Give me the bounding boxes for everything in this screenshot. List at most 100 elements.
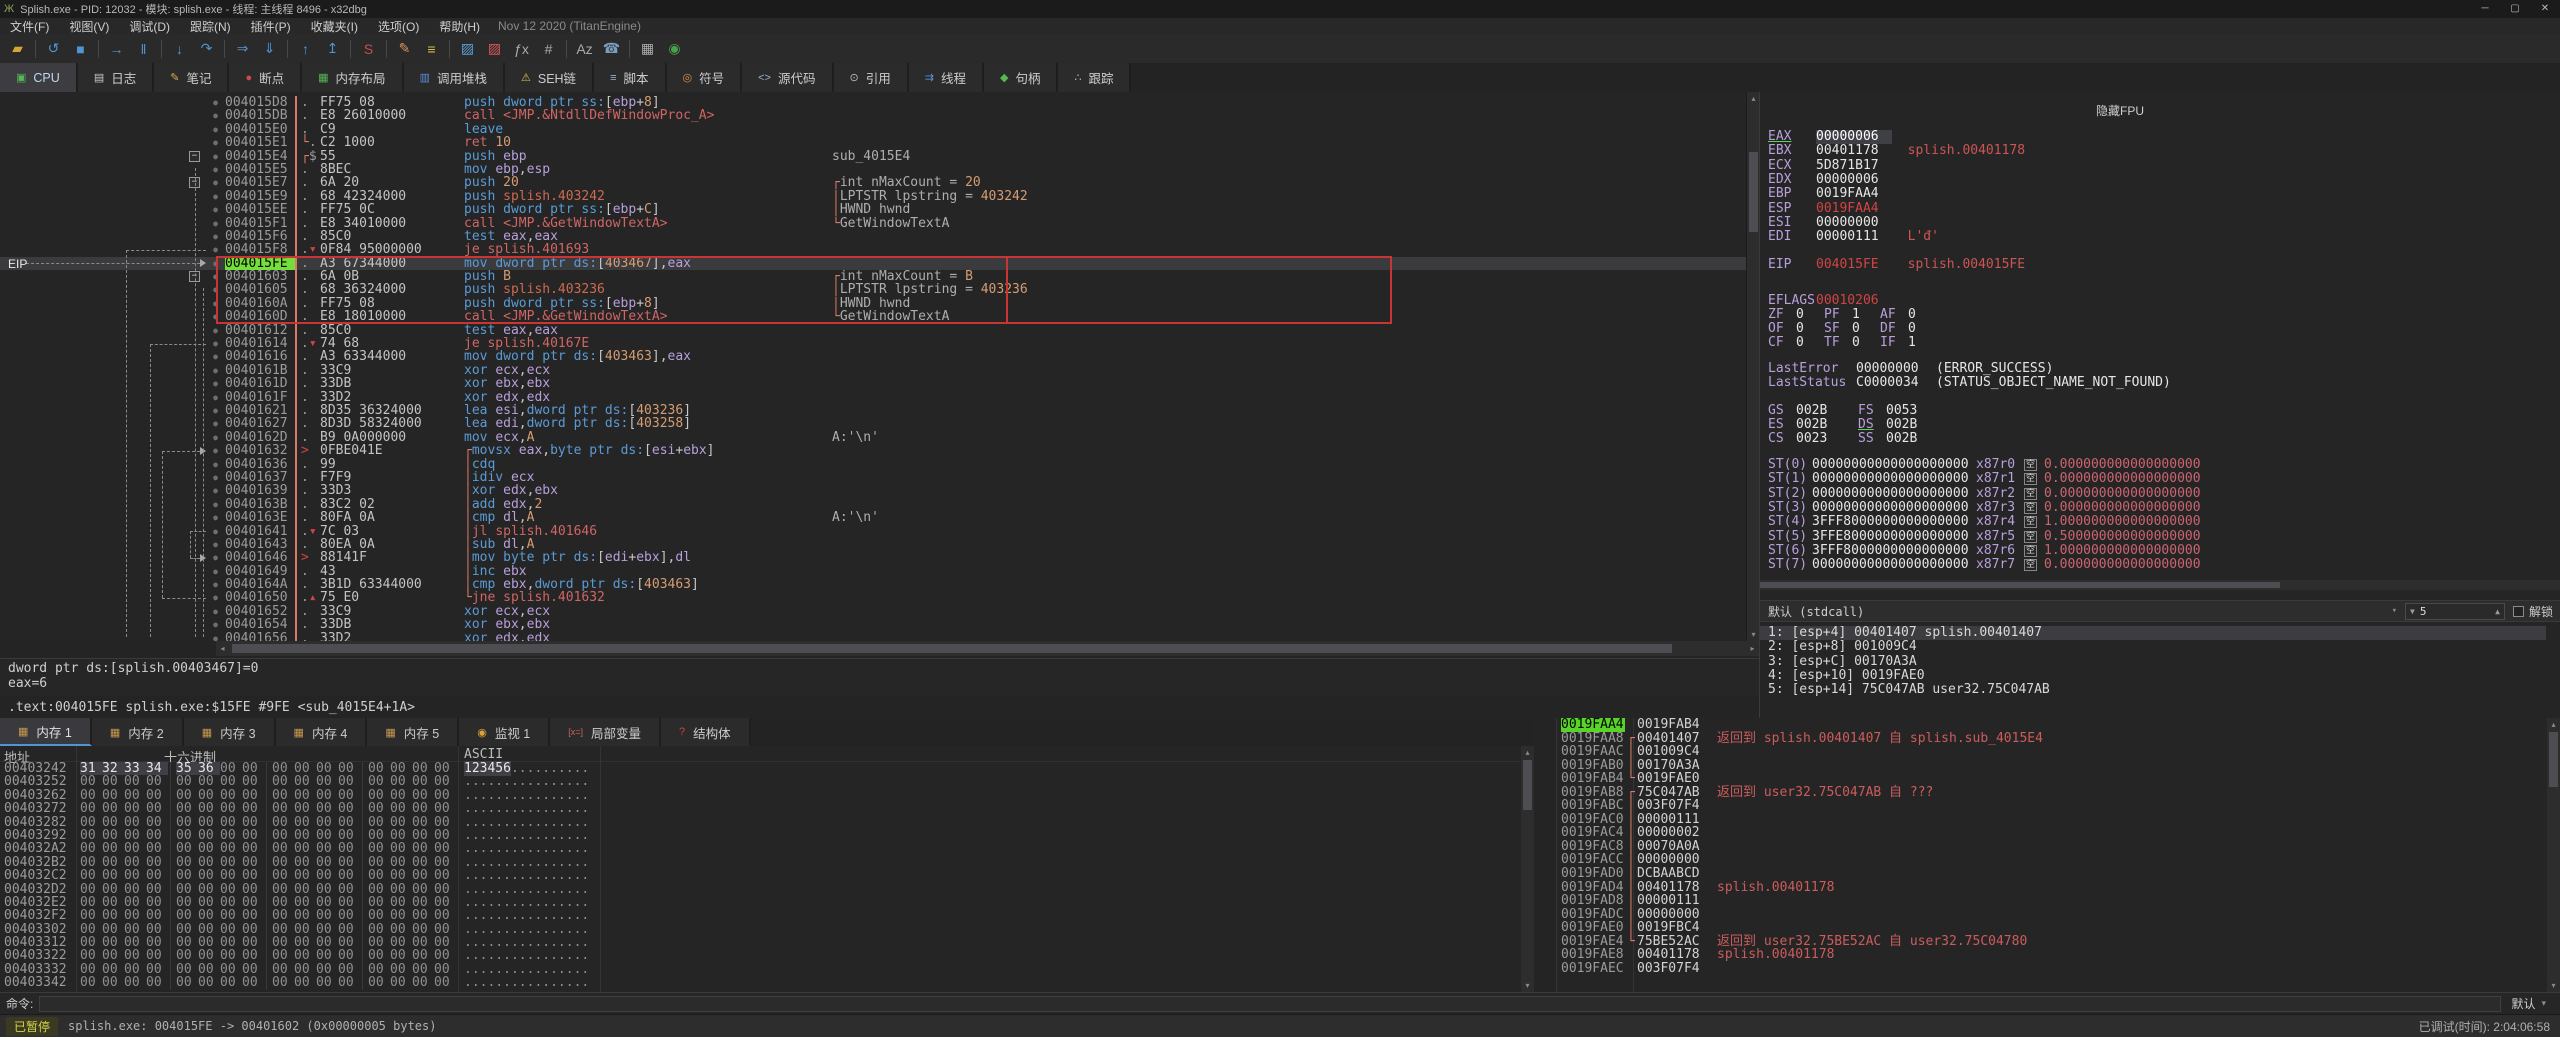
tab-内存布局[interactable]: ▦ 内存布局 <box>302 63 404 92</box>
hex-dump-pane[interactable]: 地址 十六进制 ASCII 00403242 31 32 33 34 35 36 00 00 00… <box>0 746 1521 992</box>
disasm-row[interactable]: ● 004015EE. FF75 0C push dword ptr ss:[ebp+… <box>0 203 1746 217</box>
menu-item-视图(V)[interactable]: 视图(V) <box>59 18 119 35</box>
stack-row[interactable]: 0019FAB4 └ 0019FAE0 <box>1557 772 2547 786</box>
breakpoint-dot-icon[interactable]: ● <box>206 431 225 444</box>
register-row-EDI[interactable]: EDI 00000111 L'đ' <box>1768 230 1939 244</box>
dump-tab-内存 2[interactable]: ▦ 内存 2 <box>91 718 184 746</box>
run-to-user-code-icon[interactable]: ↥ <box>319 37 346 61</box>
tab-笔记[interactable]: ✎ 笔记 <box>154 63 230 92</box>
menu-item-选项(O)[interactable]: 选项(O) <box>368 18 429 35</box>
disasm-row[interactable]: ● 00401652. 33C9 xor ecx,ecx <box>0 604 1746 618</box>
breakpoint-dot-icon[interactable]: ● <box>206 123 225 136</box>
breakpoint-dot-icon[interactable]: ● <box>206 150 225 163</box>
disasm-horizontal-scrollbar[interactable]: ◂ ▸ <box>216 641 1759 656</box>
menu-item-调试(D)[interactable]: 调试(D) <box>119 18 180 35</box>
dump-row[interactable]: 00403292 00 00 00 00 00 00 00 00 00 00 00 00 00 00 00 00… <box>0 829 1521 843</box>
breakpoint-dot-icon[interactable]: ● <box>206 243 225 256</box>
disasm-row[interactable]: ● 00401627. 8D3D 58324000 lea edi,dword ptr… <box>0 417 1746 431</box>
argument-row[interactable]: 5: [esp+14] 75C047AB user32.75C047AB <box>1760 682 2546 697</box>
breakpoint-dot-icon[interactable]: ● <box>206 136 225 149</box>
breakpoint-dot-icon[interactable]: ● <box>206 377 225 390</box>
dump-row[interactable]: 00403282 00 00 00 00 00 00 00 00 00 00 00 00 00 00 00 00… <box>0 815 1521 829</box>
stack-row[interactable]: 0019FAD4 │ 00401178 splish.00401178 <box>1557 881 2547 895</box>
stack-row[interactable]: 0019FAB8 ┌ 75C047AB 返回到 user32.75C047AB 自 ?… <box>1557 786 2547 800</box>
breakpoint-dot-icon[interactable]: ● <box>206 632 225 641</box>
breakpoint-dot-icon[interactable]: ● <box>206 230 225 243</box>
register-row-ESI[interactable]: ESI 00000000 <box>1768 215 1892 230</box>
segment-row[interactable]: ES 002B DS 002B <box>1768 418 1948 432</box>
argument-row[interactable]: 4: [esp+10] 0019FAE0 <box>1760 668 2546 683</box>
maximize-button[interactable]: ▢ <box>2500 0 2530 18</box>
dump-row[interactable]: 00403262 00 00 00 00 00 00 00 00 00 00 00 00 00 00 00 00… <box>0 788 1521 802</box>
register-row-EIP[interactable]: EIP 004015FE splish.004015FE <box>1768 258 2025 272</box>
tab-SEH链[interactable]: ⚠ SEH链 <box>504 63 595 92</box>
tab-引用[interactable]: ⊙ 引用 <box>833 63 909 92</box>
stack-pane[interactable]: 0019FAA4 0019FAB4 0019FAA8 ┌ 00401407 返回到 spl… <box>1556 718 2547 992</box>
fpu-row-ST(6)[interactable]: ST(6) 3FFF8000000000000000 x87r6 空 1.0000000… <box>1768 543 2201 558</box>
minimize-button[interactable]: ─ <box>2470 0 2500 18</box>
breakpoint-dot-icon[interactable]: ● <box>206 484 225 497</box>
step-into-icon[interactable]: ↓ <box>166 37 193 61</box>
register-row-EBX[interactable]: EBX 00401178 splish.00401178 <box>1768 144 2025 158</box>
dump-vertical-scrollbar[interactable]: ▴ ▾ <box>1521 746 1534 992</box>
disasm-row[interactable]: ● 00401632 >0FBE041E ┌movsx eax,byte ptr ds… <box>0 444 1746 458</box>
stack-row[interactable]: 0019FADC │ 00000000 <box>1557 908 2547 922</box>
fpu-row-ST(1)[interactable]: ST(1) 00000000000000000000 x87r1 空 0.0000000… <box>1768 472 2201 486</box>
dump-row[interactable]: 00403242 31 32 33 34 35 36 00 00 00 00 00 00 00 00 00 00… <box>0 761 1521 776</box>
trace-into-icon[interactable]: ⇒ <box>229 37 256 61</box>
dump-row[interactable]: 00403252 00 00 00 00 00 00 00 00 00 00 00 00 00 00 00 00… <box>0 775 1521 789</box>
fpu-row-ST(5)[interactable]: ST(5) 3FFE8000000000000000 x87r5 空 0.5000000… <box>1768 529 2201 544</box>
disasm-row[interactable]: ● 00401612. 85C0 test eax,eax <box>0 323 1746 337</box>
breakpoint-dot-icon[interactable]: ● <box>206 404 225 417</box>
stack-row[interactable]: 0019FABC │ 003F07F4 <box>1557 799 2547 813</box>
register-row-EDX[interactable]: EDX 00000006 <box>1768 172 1892 187</box>
trace-record-icon[interactable]: ▨ <box>481 37 508 61</box>
strings-icon[interactable]: Az <box>571 37 598 61</box>
disasm-row[interactable]: ● 00401637. F7F9 │idiv ecx <box>0 471 1746 485</box>
globe-icon[interactable]: ◉ <box>661 37 688 61</box>
attach-icon[interactable]: ☎ <box>598 37 625 61</box>
breakpoint-dot-icon[interactable]: ● <box>206 391 225 404</box>
dump-tab-内存 1[interactable]: ▦ 内存 1 <box>0 718 92 746</box>
hide-fpu-label[interactable]: 隐藏FPU <box>2096 102 2144 119</box>
disasm-row[interactable]: − ● 004015E7. 6A 20 push 20 ┌int nMaxCount = … <box>0 176 1746 190</box>
breakpoint-dot-icon[interactable]: ● <box>206 444 225 457</box>
breakpoint-dot-icon[interactable]: ● <box>206 551 225 564</box>
disasm-row[interactable]: ● 00401639. 33D3 │xor edx,ebx <box>0 484 1746 498</box>
menu-item-收藏夹(I)[interactable]: 收藏夹(I) <box>301 18 368 35</box>
disasm-row[interactable]: ● 00401636. 99 │cdq <box>0 457 1746 471</box>
tab-日志[interactable]: ▤ 日志 <box>77 63 155 92</box>
disasm-row[interactable]: ● 004015F6. 85C0 test eax,eax <box>0 230 1746 244</box>
command-profile-select[interactable]: 默认 ▾ <box>2511 995 2546 1012</box>
stack-row[interactable]: 0019FAD0 │ DCBAABCD <box>1557 867 2547 881</box>
collapse-toggle-icon[interactable]: − <box>189 150 200 162</box>
disasm-row[interactable]: ● 00401641 .▾ 7C 03 │jl splish.401646 <box>0 524 1746 538</box>
disasm-row[interactable]: ● 0040161B. 33C9 xor ecx,ecx <box>0 363 1746 377</box>
breakpoint-dot-icon[interactable]: ● <box>206 565 225 578</box>
dump-tab-监视 1[interactable]: ◉ 监视 1 <box>459 718 551 746</box>
dump-row[interactable]: 004032B2 00 00 00 00 00 00 00 00 00 00 00 00 00 00 00 00… <box>0 855 1521 869</box>
collapse-toggle-icon[interactable]: − <box>189 177 200 189</box>
disasm-row[interactable]: ● 00401656. 33D2 xor edx,edx <box>0 631 1746 641</box>
tab-线程[interactable]: ⇉ 线程 <box>908 63 984 92</box>
dump-row[interactable]: 004032C2 00 00 00 00 00 00 00 00 00 00 00 00 00 00 00 00… <box>0 869 1521 883</box>
registers-horizontal-scrollbar[interactable] <box>1760 580 2560 590</box>
disasm-row[interactable]: ● 004015E0. C9 leave <box>0 122 1746 136</box>
disasm-vertical-scrollbar[interactable]: ▴ ▾ <box>1746 92 1759 641</box>
disasm-row[interactable]: ● 0040161D. 33DB xor ebx,ebx <box>0 377 1746 391</box>
dump-row[interactable]: 004032D2 00 00 00 00 00 00 00 00 00 00 00 00 00 00 00 00… <box>0 882 1521 896</box>
breakpoint-dot-icon[interactable]: ● <box>206 471 225 484</box>
disasm-row[interactable]: ● 0040163B. 83C2 02 │add edx,2 <box>0 497 1746 511</box>
dump-tab-结构体[interactable]: ? 结构体 <box>661 718 751 746</box>
stack-row[interactable]: 0019FAE8 00401178 splish.00401178 <box>1557 948 2547 962</box>
disasm-row[interactable]: ● 00401643. 80EA 0A │sub dl,A <box>0 537 1746 551</box>
disasm-row[interactable]: ● 00401646 >88141F │mov byte ptr ds:[edi+eb… <box>0 551 1746 565</box>
menu-item-文件(F)[interactable]: 文件(F) <box>0 18 59 35</box>
breakpoint-dot-icon[interactable]: ● <box>206 511 225 524</box>
breakpoint-dot-icon[interactable]: ● <box>206 190 225 203</box>
source-mode-icon[interactable]: S <box>355 37 382 61</box>
disasm-row[interactable]: ● 004015F1. E8 34010000 call <JMP.&GetWindo… <box>0 216 1746 230</box>
command-input[interactable] <box>39 995 2502 1012</box>
breakpoint-dot-icon[interactable]: ● <box>206 96 225 109</box>
registers-pane[interactable]: 隐藏FPU EAX 00000006 EBX 00401178 splish.0040… <box>1759 92 2560 718</box>
